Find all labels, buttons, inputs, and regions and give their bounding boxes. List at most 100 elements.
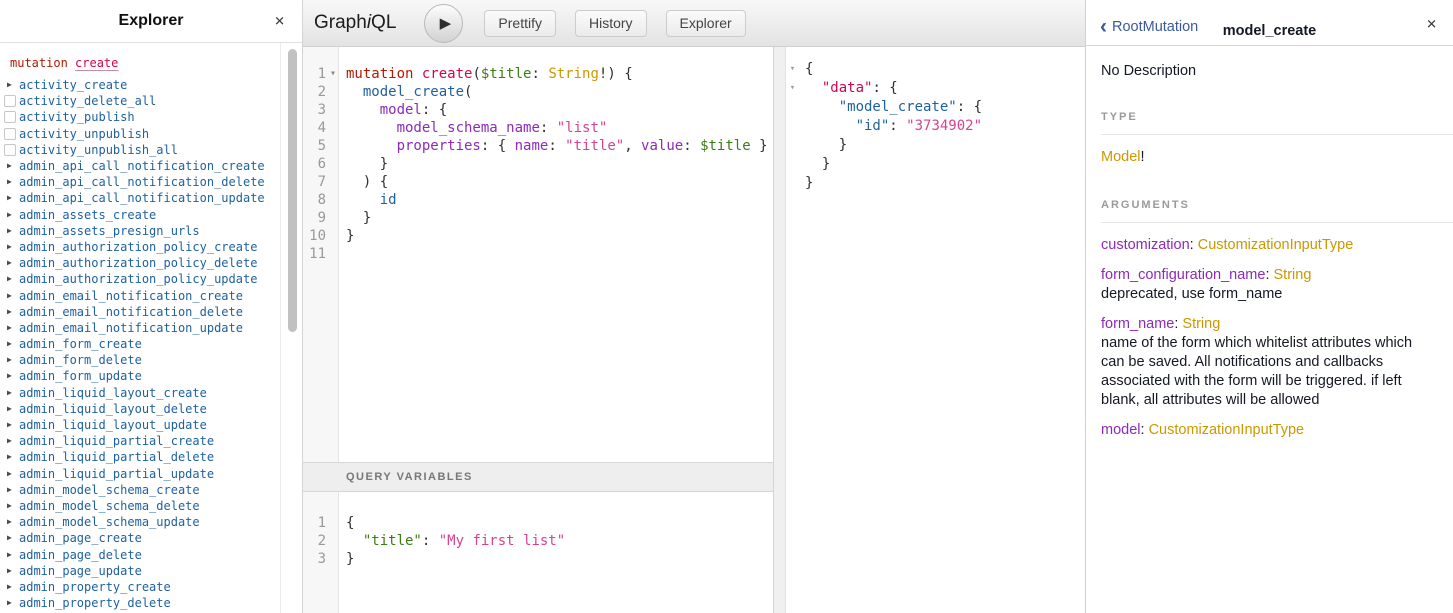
field-expander[interactable]: ▶ — [4, 534, 19, 542]
explorer-item-admin_form_create[interactable]: ▶admin_form_create — [4, 336, 278, 352]
expand-arrow-icon[interactable]: ▶ — [4, 340, 12, 348]
doc-back-link[interactable]: ‹RootMutation — [1100, 19, 1198, 35]
expand-arrow-icon[interactable]: ▶ — [4, 243, 12, 251]
expand-arrow-icon[interactable]: ▶ — [4, 389, 12, 397]
field-expander[interactable]: ▶ — [4, 551, 19, 559]
explorer-item-activity_unpublish_all[interactable]: activity_unpublish_all — [4, 142, 278, 158]
expand-arrow-icon[interactable]: ▶ — [4, 518, 12, 526]
variables-title-bar[interactable]: QUERY VARIABLES — [303, 462, 773, 492]
explorer-item-admin_property_delete[interactable]: ▶admin_property_delete — [4, 595, 278, 611]
explorer-item-admin_liquid_partial_create[interactable]: ▶admin_liquid_partial_create — [4, 433, 278, 449]
explorer-item-admin_liquid_layout_create[interactable]: ▶admin_liquid_layout_create — [4, 385, 278, 401]
field-expander[interactable]: ▶ — [4, 275, 19, 283]
field-expander[interactable]: ▶ — [4, 340, 19, 348]
explorer-item-admin_page_update[interactable]: ▶admin_page_update — [4, 563, 278, 579]
explorer-item-admin_liquid_partial_delete[interactable]: ▶admin_liquid_partial_delete — [4, 449, 278, 465]
field-expander[interactable]: ▶ — [4, 243, 19, 251]
explorer-item-admin_form_update[interactable]: ▶admin_form_update — [4, 368, 278, 384]
field-expander[interactable]: ▶ — [4, 324, 19, 332]
fold-arrow-icon[interactable]: ▾ — [786, 79, 799, 98]
expand-arrow-icon[interactable]: ▶ — [4, 470, 12, 478]
explorer-scrollbar-thumb[interactable] — [288, 49, 297, 332]
field-expander[interactable]: ▶ — [4, 405, 19, 413]
checkbox-icon[interactable] — [4, 144, 16, 156]
query-editor[interactable]: 1▾mutation create($title: String!) {2 mo… — [303, 47, 773, 462]
expand-arrow-icon[interactable]: ▶ — [4, 567, 12, 575]
expand-arrow-icon[interactable]: ▶ — [4, 502, 12, 510]
field-expander[interactable]: ▶ — [4, 194, 19, 202]
field-expander[interactable]: ▶ — [4, 470, 19, 478]
expand-arrow-icon[interactable]: ▶ — [4, 259, 12, 267]
operation-name[interactable]: create — [75, 56, 118, 70]
expand-arrow-icon[interactable]: ▶ — [4, 275, 12, 283]
expand-arrow-icon[interactable]: ▶ — [4, 437, 12, 445]
expand-arrow-icon[interactable]: ▶ — [4, 227, 12, 235]
explorer-item-admin_authorization_policy_update[interactable]: ▶admin_authorization_policy_update — [4, 271, 278, 287]
explorer-item-activity_create[interactable]: ▶activity_create — [4, 77, 278, 93]
expand-arrow-icon[interactable]: ▶ — [4, 372, 12, 380]
argument-type-link[interactable]: CustomizationInputType — [1198, 237, 1354, 253]
explorer-item-admin_api_call_notification_create[interactable]: ▶admin_api_call_notification_create — [4, 158, 278, 174]
field-expander[interactable]: ▶ — [4, 421, 19, 429]
expand-arrow-icon[interactable]: ▶ — [4, 486, 12, 494]
field-expander[interactable]: ▶ — [4, 372, 19, 380]
field-expander[interactable]: ▶ — [4, 453, 19, 461]
field-checkbox[interactable] — [4, 144, 19, 156]
explorer-item-admin_liquid_layout_update[interactable]: ▶admin_liquid_layout_update — [4, 417, 278, 433]
explorer-item-activity_unpublish[interactable]: activity_unpublish — [4, 126, 278, 142]
explorer-item-admin_model_schema_create[interactable]: ▶admin_model_schema_create — [4, 482, 278, 498]
explorer-item-admin_form_delete[interactable]: ▶admin_form_delete — [4, 352, 278, 368]
explorer-item-admin_email_notification_update[interactable]: ▶admin_email_notification_update — [4, 320, 278, 336]
field-expander[interactable]: ▶ — [4, 486, 19, 494]
prettify-button[interactable]: Prettify — [484, 10, 556, 37]
explorer-item-admin_liquid_layout_delete[interactable]: ▶admin_liquid_layout_delete — [4, 401, 278, 417]
explorer-toggle-button[interactable]: Explorer — [666, 10, 746, 37]
explorer-item-admin_assets_presign_urls[interactable]: ▶admin_assets_presign_urls — [4, 223, 278, 239]
close-icon[interactable]: ✕ — [274, 15, 285, 28]
explorer-item-activity_delete_all[interactable]: activity_delete_all — [4, 93, 278, 109]
expand-arrow-icon[interactable]: ▶ — [4, 178, 12, 186]
field-expander[interactable]: ▶ — [4, 583, 19, 591]
field-checkbox[interactable] — [4, 128, 19, 140]
fold-arrow-icon[interactable]: ▾ — [326, 65, 340, 83]
expand-arrow-icon[interactable]: ▶ — [4, 308, 12, 316]
explorer-item-admin_liquid_partial_update[interactable]: ▶admin_liquid_partial_update — [4, 466, 278, 482]
field-expander[interactable]: ▶ — [4, 178, 19, 186]
explorer-item-admin_api_call_notification_update[interactable]: ▶admin_api_call_notification_update — [4, 190, 278, 206]
field-expander[interactable]: ▶ — [4, 292, 19, 300]
explorer-item-admin_property_create[interactable]: ▶admin_property_create — [4, 579, 278, 595]
fold-arrow-icon[interactable]: ▾ — [786, 60, 799, 79]
explorer-item-admin_email_notification_create[interactable]: ▶admin_email_notification_create — [4, 287, 278, 303]
explorer-item-admin_model_schema_delete[interactable]: ▶admin_model_schema_delete — [4, 498, 278, 514]
field-expander[interactable]: ▶ — [4, 81, 19, 89]
execute-button[interactable]: ▶ — [424, 4, 463, 43]
expand-arrow-icon[interactable]: ▶ — [4, 551, 12, 559]
checkbox-icon[interactable] — [4, 95, 16, 107]
checkbox-icon[interactable] — [4, 111, 16, 123]
field-expander[interactable]: ▶ — [4, 502, 19, 510]
expand-arrow-icon[interactable]: ▶ — [4, 421, 12, 429]
field-expander[interactable]: ▶ — [4, 567, 19, 575]
expand-arrow-icon[interactable]: ▶ — [4, 453, 12, 461]
argument-type-link[interactable]: String — [1182, 316, 1220, 332]
field-expander[interactable]: ▶ — [4, 308, 19, 316]
argument-type-link[interactable]: CustomizationInputType — [1149, 422, 1305, 438]
variables-editor[interactable]: 1{2 "title": "My first list"3} — [303, 492, 773, 613]
field-checkbox[interactable] — [4, 95, 19, 107]
explorer-item-activity_publish[interactable]: activity_publish — [4, 109, 278, 125]
expand-arrow-icon[interactable]: ▶ — [4, 292, 12, 300]
explorer-item-admin_page_delete[interactable]: ▶admin_page_delete — [4, 546, 278, 562]
editor-result-resize-handle[interactable] — [773, 47, 786, 613]
field-expander[interactable]: ▶ — [4, 211, 19, 219]
close-icon[interactable]: ✕ — [1426, 16, 1437, 32]
explorer-item-admin_email_notification_delete[interactable]: ▶admin_email_notification_delete — [4, 304, 278, 320]
expand-arrow-icon[interactable]: ▶ — [4, 583, 12, 591]
field-expander[interactable]: ▶ — [4, 599, 19, 607]
field-expander[interactable]: ▶ — [4, 162, 19, 170]
expand-arrow-icon[interactable]: ▶ — [4, 162, 12, 170]
field-expander[interactable]: ▶ — [4, 518, 19, 526]
expand-arrow-icon[interactable]: ▶ — [4, 211, 12, 219]
explorer-item-admin_authorization_policy_create[interactable]: ▶admin_authorization_policy_create — [4, 239, 278, 255]
field-expander[interactable]: ▶ — [4, 389, 19, 397]
explorer-item-admin_api_call_notification_delete[interactable]: ▶admin_api_call_notification_delete — [4, 174, 278, 190]
